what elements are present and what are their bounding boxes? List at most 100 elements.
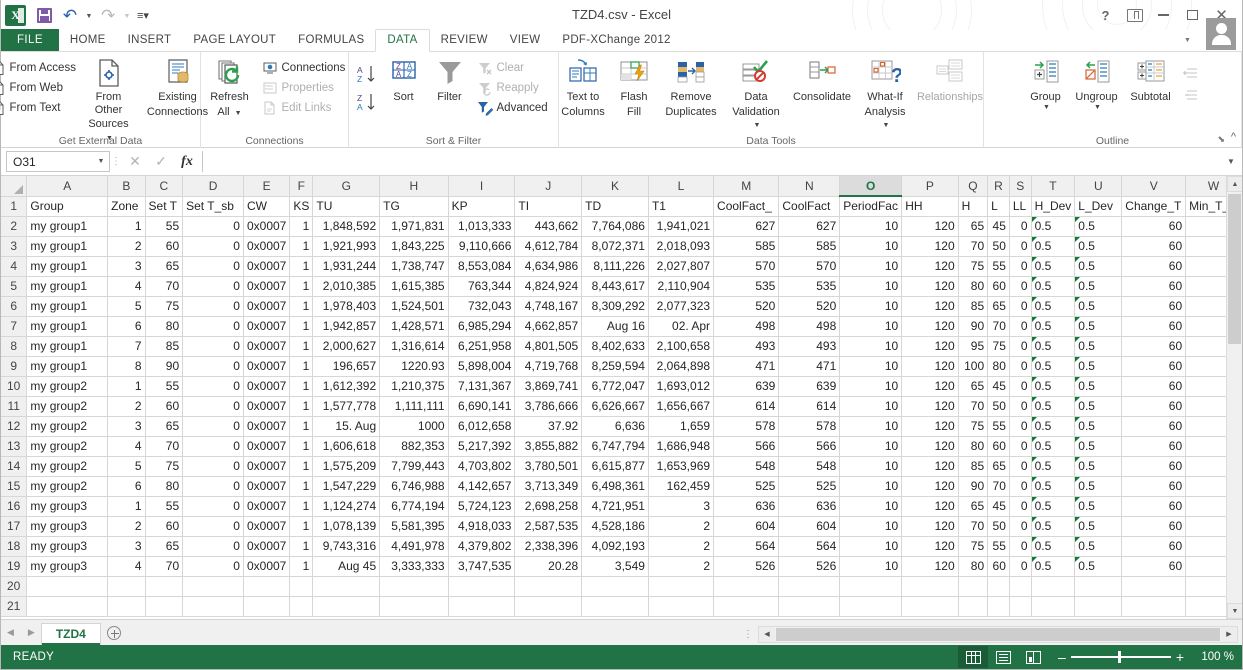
flash-fill-button[interactable]: Flash Fill (611, 56, 657, 119)
column-header-T[interactable]: T (1031, 176, 1076, 197)
cell-Q11[interactable]: 70 (958, 396, 989, 417)
cell-M14[interactable]: 548 (713, 456, 780, 477)
column-header-L[interactable]: L (648, 176, 715, 197)
cell-J5[interactable]: 4,824,924 (514, 276, 583, 297)
cell-N3[interactable]: 585 (778, 236, 841, 257)
row-header-14[interactable]: 14 (1, 456, 28, 477)
cell-B13[interactable]: 4 (107, 436, 146, 457)
cell-L12[interactable]: 1,659 (648, 416, 715, 437)
horizontal-scroll-thumb[interactable] (776, 628, 1220, 641)
cell-Q16[interactable]: 65 (958, 496, 989, 517)
cell-H1[interactable]: TG (379, 196, 449, 217)
cell-D2[interactable]: 0 (182, 216, 244, 237)
column-header-M[interactable]: M (713, 176, 780, 197)
cell-G20[interactable] (312, 576, 381, 597)
cell-M16[interactable]: 636 (713, 496, 780, 517)
row-header-3[interactable]: 3 (1, 236, 28, 257)
column-header-D[interactable]: D (182, 176, 244, 197)
cell-G14[interactable]: 1,575,209 (312, 456, 381, 477)
cell-Q13[interactable]: 80 (958, 436, 989, 457)
cell-I19[interactable]: 3,747,535 (448, 556, 516, 577)
cell-S5[interactable]: 0 (1009, 276, 1032, 297)
cell-D4[interactable]: 0 (182, 256, 244, 277)
cell-G5[interactable]: 2,010,385 (312, 276, 381, 297)
cell-K1[interactable]: TD (581, 196, 649, 217)
cell-L8[interactable]: 2,100,658 (648, 336, 715, 357)
cell-Q19[interactable]: 80 (958, 556, 989, 577)
cell-V2[interactable]: 60 (1121, 216, 1187, 237)
confirm-edit-button[interactable]: ✓ (148, 151, 174, 172)
cell-L21[interactable] (648, 596, 715, 617)
column-header-N[interactable]: N (778, 176, 841, 197)
row-header-17[interactable]: 17 (1, 516, 28, 537)
cell-U2[interactable]: 0.5 (1074, 216, 1123, 237)
ribbon-display-options-button[interactable] (1120, 2, 1149, 28)
cell-F2[interactable]: 1 (289, 216, 314, 237)
row-header-5[interactable]: 5 (1, 276, 28, 297)
cell-B17[interactable]: 2 (107, 516, 146, 537)
name-box[interactable]: O31 ▼ (6, 151, 110, 172)
cell-K19[interactable]: 3,549 (581, 556, 649, 577)
cell-K7[interactable]: Aug 16 (581, 316, 649, 337)
cell-K21[interactable] (581, 596, 649, 617)
cell-R12[interactable]: 55 (987, 416, 1010, 437)
cell-Q18[interactable]: 75 (958, 536, 989, 557)
cell-C21[interactable] (145, 596, 184, 617)
cell-E11[interactable]: 0x0007 (243, 396, 291, 417)
cell-N13[interactable]: 566 (778, 436, 841, 457)
cell-G19[interactable]: Aug 45 (312, 556, 381, 577)
cell-P3[interactable]: 120 (901, 236, 959, 257)
cell-F8[interactable]: 1 (289, 336, 314, 357)
cell-L1[interactable]: T1 (648, 196, 715, 217)
zoom-slider[interactable]: – + (1058, 650, 1184, 664)
row-header-18[interactable]: 18 (1, 536, 28, 557)
cell-U20[interactable] (1074, 576, 1123, 597)
cell-U17[interactable]: 0.5 (1074, 516, 1123, 537)
vertical-scrollbar[interactable]: ▲ ▼ (1226, 176, 1242, 619)
cancel-edit-button[interactable]: ✕ (122, 151, 148, 172)
from-text-button[interactable]: From Text (0, 98, 78, 118)
cell-I8[interactable]: 6,251,958 (448, 336, 516, 357)
cell-T9[interactable]: 0.5 (1031, 356, 1076, 377)
cell-D13[interactable]: 0 (182, 436, 244, 457)
cell-U11[interactable]: 0.5 (1074, 396, 1123, 417)
cell-U12[interactable]: 0.5 (1074, 416, 1123, 437)
cell-F17[interactable]: 1 (289, 516, 314, 537)
cell-G3[interactable]: 1,921,993 (312, 236, 381, 257)
cell-C19[interactable]: 70 (145, 556, 184, 577)
cell-K20[interactable] (581, 576, 649, 597)
expand-formula-bar-button[interactable]: ▼ (1222, 157, 1240, 166)
cell-B14[interactable]: 5 (107, 456, 146, 477)
cell-Q3[interactable]: 70 (958, 236, 989, 257)
cell-O8[interactable]: 10 (839, 336, 903, 357)
cell-U16[interactable]: 0.5 (1074, 496, 1123, 517)
cell-M4[interactable]: 570 (713, 256, 780, 277)
tab-file[interactable]: FILE (1, 29, 59, 51)
text-to-columns-button[interactable]: Text to Columns (555, 56, 611, 119)
cell-N1[interactable]: CoolFact (778, 196, 841, 217)
cell-V5[interactable]: 60 (1121, 276, 1187, 297)
cell-L6[interactable]: 2,077,323 (648, 296, 715, 317)
row-header-6[interactable]: 6 (1, 296, 28, 317)
cell-G13[interactable]: 1,606,618 (312, 436, 381, 457)
cell-A10[interactable]: my group2 (26, 376, 109, 397)
cell-T2[interactable]: 0.5 (1031, 216, 1076, 237)
cell-R4[interactable]: 55 (987, 256, 1010, 277)
cell-U18[interactable]: 0.5 (1074, 536, 1123, 557)
cell-V16[interactable]: 60 (1121, 496, 1187, 517)
cell-P10[interactable]: 120 (901, 376, 959, 397)
cell-R11[interactable]: 50 (987, 396, 1010, 417)
cell-G2[interactable]: 1,848,592 (312, 216, 381, 237)
row-header-13[interactable]: 13 (1, 436, 28, 457)
cell-R17[interactable]: 50 (987, 516, 1010, 537)
cell-E6[interactable]: 0x0007 (243, 296, 291, 317)
scroll-down-button[interactable]: ▼ (1227, 603, 1242, 619)
cell-P20[interactable] (901, 576, 959, 597)
cell-J7[interactable]: 4,662,857 (514, 316, 583, 337)
cell-E12[interactable]: 0x0007 (243, 416, 291, 437)
cell-N19[interactable]: 526 (778, 556, 841, 577)
row-header-21[interactable]: 21 (1, 596, 28, 617)
cell-Q9[interactable]: 100 (958, 356, 989, 377)
cell-O6[interactable]: 10 (839, 296, 903, 317)
cell-D18[interactable]: 0 (182, 536, 244, 557)
